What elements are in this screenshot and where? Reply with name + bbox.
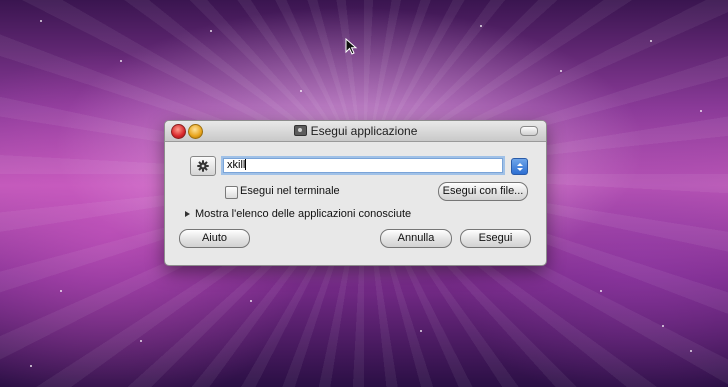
run-button[interactable]: Esegui: [460, 229, 531, 248]
run-dialog-icon: [293, 125, 307, 136]
settings-button[interactable]: [190, 156, 216, 176]
window-titlebar[interactable]: Esegui applicazione: [165, 121, 546, 142]
command-input-value: xkill: [227, 159, 246, 171]
run-in-terminal-checkbox[interactable]: [225, 186, 238, 199]
wallpaper-star: [650, 40, 652, 42]
wallpaper-star: [560, 70, 562, 72]
wallpaper-star: [30, 365, 32, 367]
toolbar-toggle-button[interactable]: [520, 126, 538, 136]
mouse-pointer-icon: [345, 38, 358, 55]
wallpaper-star: [600, 290, 602, 292]
run-application-dialog: Esegui applicazione xkill Esegui nel ter…: [164, 120, 547, 266]
wallpaper-star: [120, 60, 122, 62]
chevron-up-icon: [516, 162, 523, 166]
wallpaper-star: [40, 20, 42, 22]
wallpaper-star: [60, 290, 62, 292]
disclosure-triangle-icon[interactable]: [185, 211, 190, 217]
cancel-button[interactable]: Annulla: [380, 229, 452, 248]
show-known-apps-toggle[interactable]: Mostra l'elenco delle applicazioni conos…: [195, 208, 411, 220]
wallpaper-star: [250, 300, 252, 302]
run-with-file-button[interactable]: Esegui con file...: [438, 182, 528, 201]
text-caret: [245, 159, 247, 170]
command-input[interactable]: xkill: [223, 158, 503, 173]
wallpaper-star: [210, 30, 212, 32]
wallpaper-star: [420, 330, 422, 332]
wallpaper-star: [662, 325, 664, 327]
wallpaper-star: [690, 350, 692, 352]
help-button[interactable]: Aiuto: [179, 229, 250, 248]
command-history-dropdown-button[interactable]: [511, 158, 528, 175]
wallpaper-star: [480, 25, 482, 27]
wallpaper-star: [300, 90, 302, 92]
run-in-terminal-label[interactable]: Esegui nel terminale: [240, 185, 340, 197]
window-title-area: Esegui applicazione: [165, 124, 546, 138]
gear-icon: [197, 160, 209, 172]
wallpaper-star: [700, 110, 702, 112]
wallpaper-star: [140, 340, 142, 342]
chevron-down-icon: [516, 167, 523, 171]
window-title: Esegui applicazione: [310, 124, 418, 138]
